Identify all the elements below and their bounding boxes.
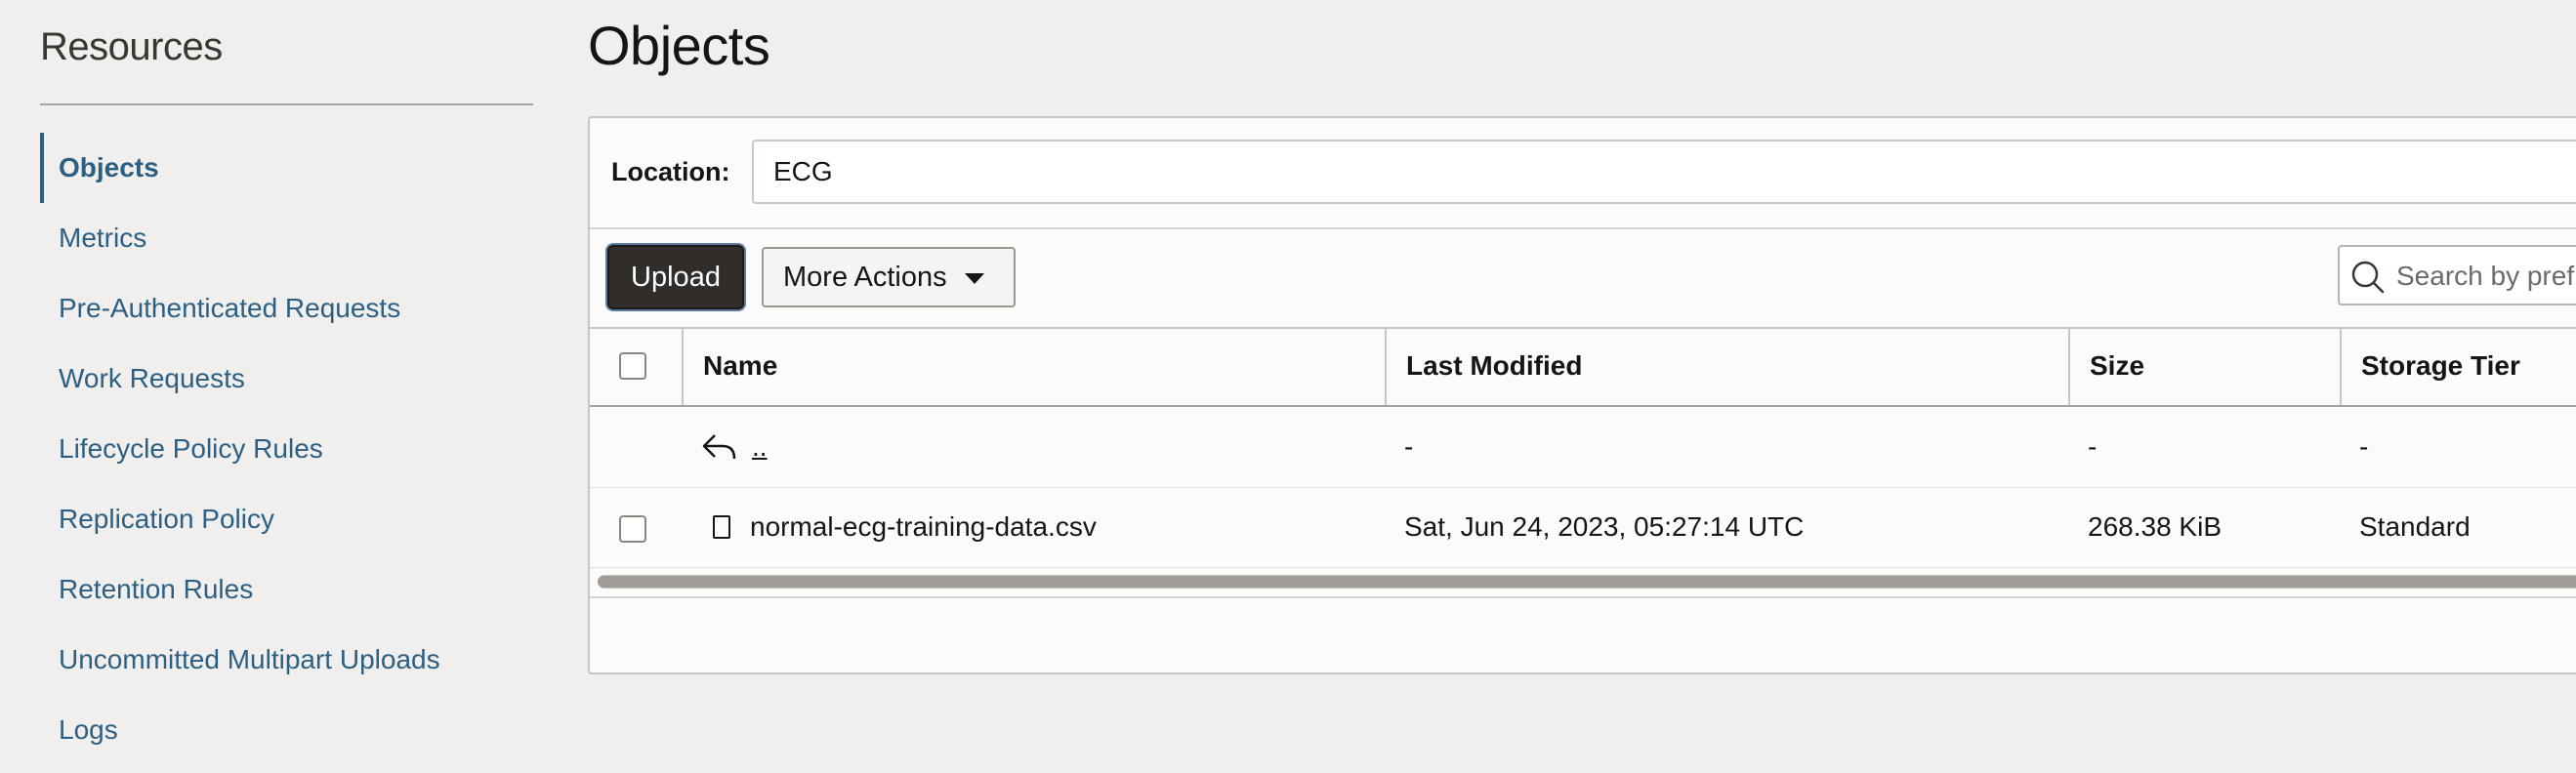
- sidebar-title: Resources: [40, 25, 223, 68]
- sidebar-item-metrics[interactable]: Metrics: [40, 203, 440, 273]
- column-header-size[interactable]: Size: [2068, 327, 2340, 405]
- size-cell: 268.38 KiB: [2088, 511, 2222, 542]
- object-name[interactable]: normal-ecg-training-data.csv: [750, 511, 1097, 543]
- search-input[interactable]: [2394, 255, 2576, 298]
- location-field[interactable]: [752, 140, 2576, 204]
- parent-storage-tier: -: [2359, 431, 2369, 462]
- sidebar-item-retention-rules[interactable]: Retention Rules: [40, 554, 440, 625]
- sidebar-item-pre-authenticated-requests[interactable]: Pre-Authenticated Requests: [40, 273, 440, 344]
- select-all-checkbox[interactable]: [619, 352, 646, 380]
- search-icon: [2351, 261, 2385, 294]
- sidebar-item-logs[interactable]: Logs: [40, 695, 440, 765]
- sidebar-nav: Objects Metrics Pre-Authenticated Reques…: [40, 133, 440, 765]
- resources-sidebar: Resources Objects Metrics Pre-Authentica…: [0, 0, 547, 773]
- scrollbar-thumb[interactable]: [598, 576, 2576, 588]
- parent-last-modified: -: [1404, 431, 1414, 462]
- column-header-storage-tier[interactable]: Storage Tier: [2340, 327, 2576, 405]
- horizontal-scrollbar[interactable]: [598, 575, 2576, 589]
- column-header-name[interactable]: Name: [682, 327, 1385, 405]
- sidebar-item-lifecycle-policy-rules[interactable]: Lifecycle Policy Rules: [40, 414, 440, 484]
- sidebar-item-uncommitted-multipart-uploads[interactable]: Uncommitted Multipart Uploads: [40, 625, 440, 695]
- sidebar-item-work-requests[interactable]: Work Requests: [40, 344, 440, 414]
- location-label: Location:: [611, 157, 730, 186]
- sidebar-divider: [40, 103, 533, 105]
- toolbar: Upload More Actions: [590, 227, 2576, 329]
- name-cell: normal-ecg-training-data.csv: [713, 487, 1097, 567]
- table-bottom-divider: [590, 596, 2576, 598]
- more-actions-label: More Actions: [783, 261, 947, 293]
- table-row: normal-ecg-training-data.csv Sat, Jun 24…: [590, 487, 2576, 568]
- last-modified-cell: Sat, Jun 24, 2023, 05:27:14 UTC: [1404, 511, 1805, 542]
- objects-panel: Location: Upload More Actions Name Last …: [588, 116, 2576, 674]
- caret-down-icon: [965, 273, 984, 284]
- more-actions-button[interactable]: More Actions: [762, 247, 1016, 307]
- table-row-parent: .. - - -: [590, 407, 2576, 488]
- storage-tier-cell: Standard: [2359, 511, 2471, 542]
- select-all-cell: [590, 327, 682, 405]
- table-header: Name Last Modified Size Storage Tier: [590, 327, 2576, 407]
- location-row: Location:: [590, 118, 2576, 229]
- row-checkbox[interactable]: [619, 515, 646, 543]
- sidebar-item-objects[interactable]: Objects: [40, 133, 440, 203]
- upload-button[interactable]: Upload: [607, 245, 744, 309]
- parent-directory-link[interactable]: ..: [752, 431, 768, 463]
- column-header-last-modified[interactable]: Last Modified: [1385, 327, 2068, 405]
- search-box[interactable]: [2338, 245, 2576, 305]
- reply-arrow-icon[interactable]: [701, 431, 740, 463]
- file-icon: [713, 515, 730, 539]
- parent-size: -: [2088, 431, 2098, 462]
- parent-cell: ..: [701, 407, 768, 487]
- page-title: Objects: [588, 15, 770, 76]
- sidebar-item-replication-policy[interactable]: Replication Policy: [40, 484, 440, 554]
